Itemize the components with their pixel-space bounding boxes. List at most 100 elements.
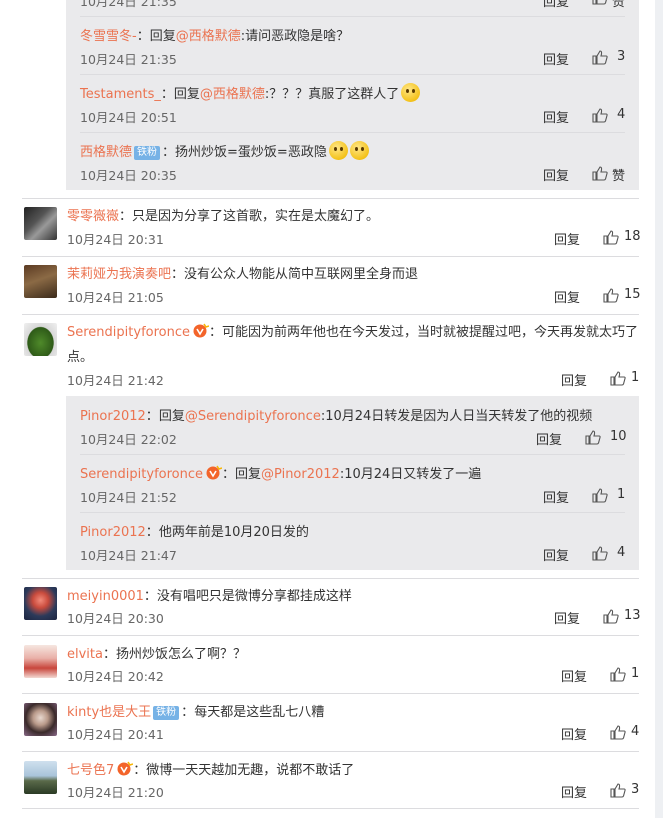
username-link[interactable]: Serendipityforonce xyxy=(80,467,203,482)
reply-button[interactable]: 回复 xyxy=(543,165,569,184)
avatar[interactable] xyxy=(24,645,57,678)
like-count: 4 xyxy=(631,724,640,739)
divider xyxy=(22,198,639,199)
reply-text-row: 冬雪雪冬-：回复@西格默德:请问恶政隐是啥？ xyxy=(80,25,349,44)
colon: ： xyxy=(133,763,147,778)
colon: ： xyxy=(119,209,133,224)
like-icon[interactable] xyxy=(603,230,619,245)
like-count: 3 xyxy=(617,49,626,64)
comment-text-row: 茉莉娅为我演奏吧：没有公众人物能从简中互联网里全身而退 xyxy=(67,263,418,282)
like-icon[interactable] xyxy=(603,288,619,303)
comment-time: 10月24日 20:41 xyxy=(67,727,164,742)
like-icon[interactable] xyxy=(592,488,608,503)
reply-time: 10月24日 21:52 xyxy=(80,490,177,505)
like-icon[interactable] xyxy=(610,667,626,682)
avatar[interactable] xyxy=(24,265,57,298)
divider xyxy=(22,256,639,257)
username-link[interactable]: 冬雪雪冬- xyxy=(80,29,137,44)
like-icon[interactable] xyxy=(592,50,608,65)
avatar[interactable] xyxy=(24,761,57,794)
colon: ： xyxy=(222,467,236,482)
username-link[interactable]: meiyin0001 xyxy=(67,589,144,604)
scrollbar-track[interactable] xyxy=(655,0,663,818)
emoji-icon xyxy=(401,83,421,102)
comment-text: 只是因为分享了这首歌，实在是太魔幻了。 xyxy=(132,209,380,224)
like-icon[interactable] xyxy=(592,546,608,561)
like-icon[interactable] xyxy=(610,725,626,740)
divider xyxy=(80,74,625,75)
comment-time: 10月24日 21:05 xyxy=(67,290,164,305)
username-link[interactable]: Pinor2012 xyxy=(80,525,146,540)
like-icon[interactable] xyxy=(585,430,601,445)
like-count: 10 xyxy=(610,429,627,444)
username-link[interactable]: Serendipityforonce xyxy=(67,325,190,340)
reply-text: 扬州炒饭=蛋炒饭=恶政隐 xyxy=(175,145,327,160)
avatar[interactable] xyxy=(24,207,57,240)
fan-badge: 铁粉 xyxy=(134,146,161,160)
reply-button[interactable]: 回复 xyxy=(543,487,569,506)
reply-button[interactable]: 回复 xyxy=(543,0,569,10)
colon: ： xyxy=(102,647,116,662)
comment-time: 10月24日 20:30 xyxy=(67,611,164,626)
username-link[interactable]: 茉莉娅为我演奏吧 xyxy=(67,267,171,282)
like-count: 13 xyxy=(624,608,641,623)
mention-link[interactable]: @西格默德 xyxy=(200,87,265,102)
like-icon[interactable] xyxy=(592,108,608,123)
reply-button[interactable]: 回复 xyxy=(561,724,587,743)
reply-button[interactable]: 回复 xyxy=(536,429,562,448)
comment-text-row: elvita：扬州炒饭怎么了啊？？ xyxy=(67,643,246,662)
like-icon[interactable] xyxy=(603,609,619,624)
divider xyxy=(22,808,639,809)
avatar[interactable] xyxy=(24,587,57,620)
username-link[interactable]: Testaments_ xyxy=(80,87,161,102)
reply-text-row: 西格默德 铁粉 ：扬州炒饭=蛋炒饭=恶政隐 xyxy=(80,141,369,160)
reply-button[interactable]: 回复 xyxy=(554,229,580,248)
comment-text-row: Serendipityforonce ：可能因为前两年他也在今天发过，当时就被提醒… xyxy=(67,321,638,340)
username-link[interactable]: 零零嶶嶶 xyxy=(67,209,119,224)
like-icon[interactable] xyxy=(610,371,626,386)
like-icon[interactable] xyxy=(592,0,608,5)
reply-button[interactable]: 回复 xyxy=(543,107,569,126)
reply-time: 10月24日 20:51 xyxy=(80,110,177,125)
comment-time: 10月24日 21:20 xyxy=(67,785,164,800)
like-count: 3 xyxy=(631,782,640,797)
reply-button[interactable]: 回复 xyxy=(554,287,580,306)
username-link[interactable]: 西格默德 xyxy=(80,145,132,160)
reply-text: :10月24日又转发了一遍 xyxy=(339,467,482,482)
like-count: 赞 xyxy=(612,169,626,184)
username-link[interactable]: 七号色7 xyxy=(67,763,114,778)
colon: ： xyxy=(209,325,223,340)
mention-link[interactable]: @Serendipityforonce xyxy=(185,409,321,424)
divider xyxy=(22,635,639,636)
like-count: 1 xyxy=(631,370,640,385)
username-link[interactable]: elvita xyxy=(67,647,103,662)
reply-button[interactable]: 回复 xyxy=(543,545,569,564)
comment-text: 没有唱吧只是微博分享都挂成这样 xyxy=(156,589,352,604)
comment-text-row: meiyin0001：没有唱吧只是微博分享都挂成这样 xyxy=(67,585,352,604)
reply-word: 回复 xyxy=(173,87,200,102)
colon: ： xyxy=(136,29,150,44)
reply-button[interactable]: 回复 xyxy=(561,370,587,389)
avatar[interactable] xyxy=(24,703,57,736)
reply-button[interactable]: 回复 xyxy=(561,782,587,801)
reply-button[interactable]: 回复 xyxy=(561,666,587,685)
comment-text: 可能因为前两年他也在今天发过，当时就被提醒过吧，今天再发就太巧了 xyxy=(222,325,639,340)
comment-time: 10月24日 20:42 xyxy=(67,669,164,684)
reply-button[interactable]: 回复 xyxy=(554,608,580,627)
username-link[interactable]: kinty也是大王 xyxy=(67,705,151,720)
like-icon[interactable] xyxy=(592,166,608,181)
avatar[interactable] xyxy=(24,323,57,356)
divider xyxy=(80,16,625,17)
mention-link[interactable]: @Pinor2012 xyxy=(261,467,340,482)
reply-word: 回复 xyxy=(158,409,185,424)
colon: ： xyxy=(145,525,159,540)
like-count: 1 xyxy=(631,666,640,681)
divider xyxy=(80,512,625,513)
comment-text: 没有公众人物能从简中互联网里全身而退 xyxy=(184,267,419,282)
reply-button[interactable]: 回复 xyxy=(543,49,569,68)
like-icon[interactable] xyxy=(610,783,626,798)
colon: ： xyxy=(145,409,159,424)
reply-text: 他两年前是10月20日发的 xyxy=(158,525,309,540)
mention-link[interactable]: @西格默德 xyxy=(176,29,241,44)
username-link[interactable]: Pinor2012 xyxy=(80,409,146,424)
